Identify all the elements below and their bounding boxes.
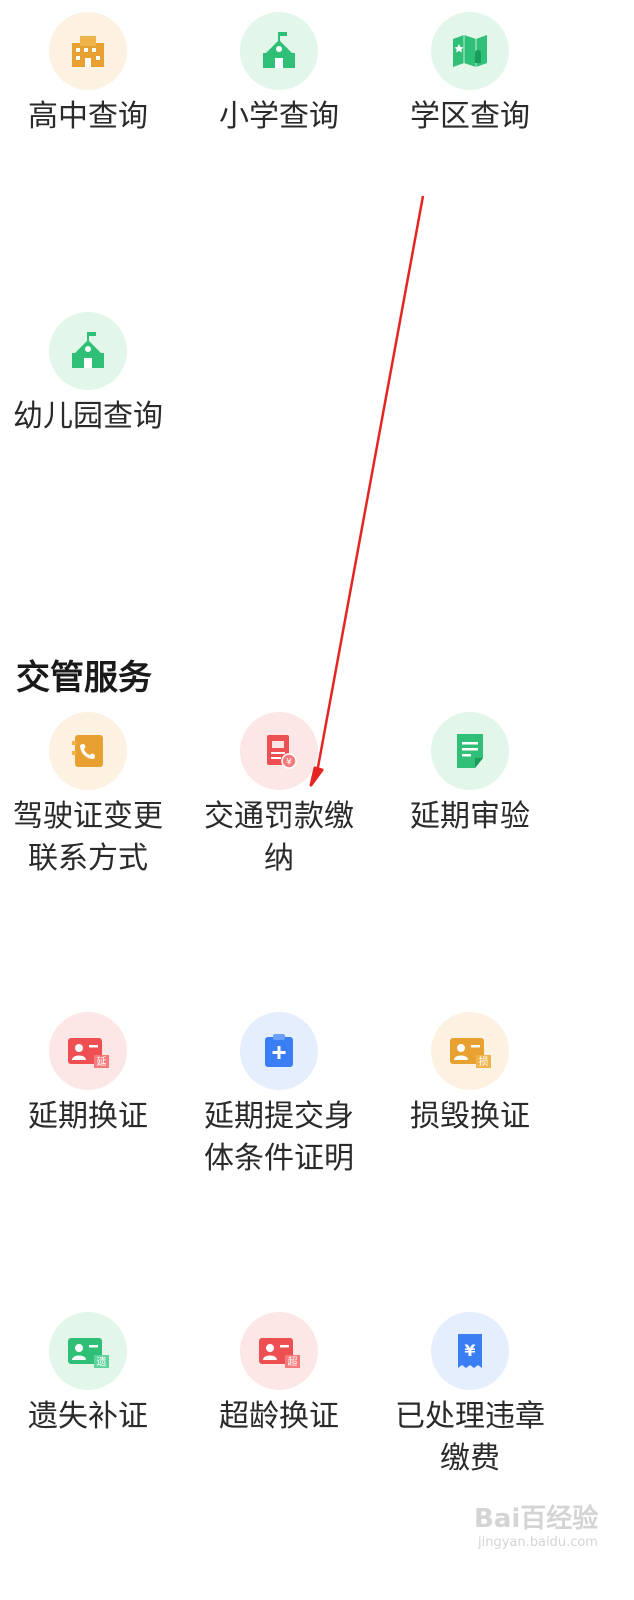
license-damaged-icon: 损 xyxy=(431,1012,509,1090)
grid-item-damaged-license-replacement[interactable]: 损 损毁换证 xyxy=(385,1012,555,1138)
badge-text: 延 xyxy=(97,1056,107,1068)
badge-text: ¥ xyxy=(464,1341,475,1360)
primary-school-icon xyxy=(240,12,318,90)
badge-text: 遗 xyxy=(97,1355,107,1368)
grid-item-label: 高中查询 xyxy=(28,99,148,134)
grid-item-label: 延期换证 xyxy=(28,1099,148,1134)
license-lost-icon: 遗 xyxy=(49,1312,127,1390)
grid-item-high-school[interactable]: 高中查询 xyxy=(3,12,173,138)
grid-item-label: 驾驶证变更联系方式 xyxy=(13,799,163,876)
fine-ticket-icon: ¥ xyxy=(240,712,318,790)
svg-text:¥: ¥ xyxy=(286,758,292,768)
badge-text: 损 xyxy=(479,1055,489,1068)
grid-item-label: 已处理违章缴费 xyxy=(395,1399,545,1476)
grid-item-label: 小学查询 xyxy=(219,99,339,134)
grid-item-traffic-fine-payment[interactable]: ¥ 交通罚款缴纳 xyxy=(194,712,364,880)
grid-item-lost-license-reissue[interactable]: 遗 遗失补证 xyxy=(3,1312,173,1438)
grid-item-label: 超龄换证 xyxy=(219,1399,339,1434)
baidu-jingyan-watermark: Bai百经验 jingyan.baidu.com xyxy=(474,1498,624,1550)
grid-item-deferred-medical-certificate[interactable]: 延期提交身体条件证明 xyxy=(194,1012,364,1180)
section-title-traffic: 交管服务 xyxy=(16,658,152,698)
grid-item-label: 交通罚款缴纳 xyxy=(204,799,354,876)
grid-item-kindergarten[interactable]: 幼儿园查询 xyxy=(3,312,173,438)
grid-item-primary-school[interactable]: 小学查询 xyxy=(194,12,364,138)
grid-item-overage-license-renewal[interactable]: 超 超龄换证 xyxy=(194,1312,364,1438)
grid-item-license-contact-change[interactable]: 驾驶证变更联系方式 xyxy=(3,712,173,880)
watermark-sub: jingyan.baidu.com xyxy=(478,1535,598,1550)
document-icon xyxy=(431,712,509,790)
kindergarten-icon xyxy=(49,312,127,390)
grid-item-label: 损毁换证 xyxy=(410,1099,530,1134)
badge-text: 超 xyxy=(288,1355,298,1368)
grid-item-label: 延期审验 xyxy=(410,799,530,834)
school-district-map-icon xyxy=(431,12,509,90)
grid-item-label: 学区查询 xyxy=(410,99,530,134)
watermark-main: Bai百经验 xyxy=(474,1504,599,1534)
grid-item-processed-violation-payment[interactable]: ¥ 已处理违章缴费 xyxy=(385,1312,555,1480)
grid-item-label: 遗失补证 xyxy=(28,1399,148,1434)
grid-item-deferred-license-renewal[interactable]: 延 延期换证 xyxy=(3,1012,173,1138)
grid-item-label: 延期提交身体条件证明 xyxy=(204,1099,354,1176)
phone-book-icon xyxy=(49,712,127,790)
receipt-yen-icon: ¥ xyxy=(431,1312,509,1390)
medical-clipboard-icon xyxy=(240,1012,318,1090)
license-overage-icon: 超 xyxy=(240,1312,318,1390)
license-extend-icon: 延 xyxy=(49,1012,127,1090)
grid-item-school-district[interactable]: 学区查询 xyxy=(385,12,555,138)
high-school-building-icon xyxy=(49,12,127,90)
grid-item-deferred-inspection[interactable]: 延期审验 xyxy=(385,712,555,838)
grid-item-label: 幼儿园查询 xyxy=(13,399,163,434)
